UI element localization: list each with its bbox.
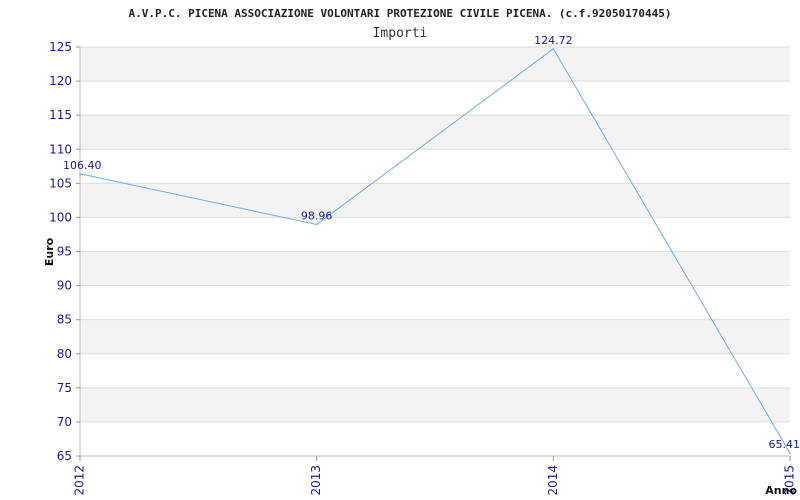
data-point bbox=[552, 48, 555, 50]
grid-band bbox=[80, 387, 790, 422]
y-tick-label: 75 bbox=[57, 381, 72, 395]
data-label: 124.72 bbox=[534, 34, 573, 47]
line-chart: A.V.P.C. PICENA ASSOCIAZIONE VOLONTARI P… bbox=[43, 7, 800, 497]
chart-title: A.V.P.C. PICENA ASSOCIAZIONE VOLONTARI P… bbox=[128, 7, 671, 20]
grid-band bbox=[80, 251, 790, 286]
data-label: 98.96 bbox=[301, 210, 333, 223]
y-tick-label: 95 bbox=[57, 245, 72, 259]
grid-band bbox=[80, 217, 790, 252]
data-point bbox=[315, 223, 318, 226]
y-tick-label: 90 bbox=[57, 279, 72, 293]
data-point bbox=[79, 172, 81, 175]
data-label: 106.40 bbox=[63, 159, 102, 172]
y-tick-label: 100 bbox=[49, 210, 72, 224]
chart-subtitle: Importi bbox=[373, 26, 428, 41]
x-tick-label: 2013 bbox=[309, 465, 323, 496]
grid-band bbox=[80, 421, 790, 456]
y-tick-label: 125 bbox=[49, 40, 72, 54]
data-point bbox=[789, 452, 791, 455]
grid-band bbox=[80, 353, 790, 388]
grid-band bbox=[80, 115, 790, 150]
y-tick-label: 120 bbox=[49, 74, 72, 88]
grid-band bbox=[80, 81, 790, 116]
y-axis-label: Euro bbox=[43, 237, 56, 266]
y-tick-label: 80 bbox=[57, 347, 72, 361]
x-tick-label: 2014 bbox=[546, 465, 560, 496]
y-tick-label: 110 bbox=[49, 142, 72, 156]
y-tick-label: 115 bbox=[49, 108, 72, 122]
grid-band bbox=[80, 183, 790, 218]
y-tick-label: 65 bbox=[57, 449, 72, 463]
grid-band bbox=[80, 285, 790, 320]
grid-band bbox=[80, 149, 790, 184]
grid-band bbox=[80, 319, 790, 354]
y-tick-label: 85 bbox=[57, 313, 72, 327]
data-label: 65.41 bbox=[769, 438, 800, 451]
x-tick-label: 2012 bbox=[73, 465, 87, 496]
grid-band bbox=[80, 47, 790, 82]
x-axis-ticks: 2012 2013 2014 2015 bbox=[73, 456, 797, 496]
x-axis-label: Anno bbox=[765, 484, 797, 497]
y-tick-label: 70 bbox=[57, 415, 72, 429]
y-tick-label: 105 bbox=[49, 176, 72, 190]
